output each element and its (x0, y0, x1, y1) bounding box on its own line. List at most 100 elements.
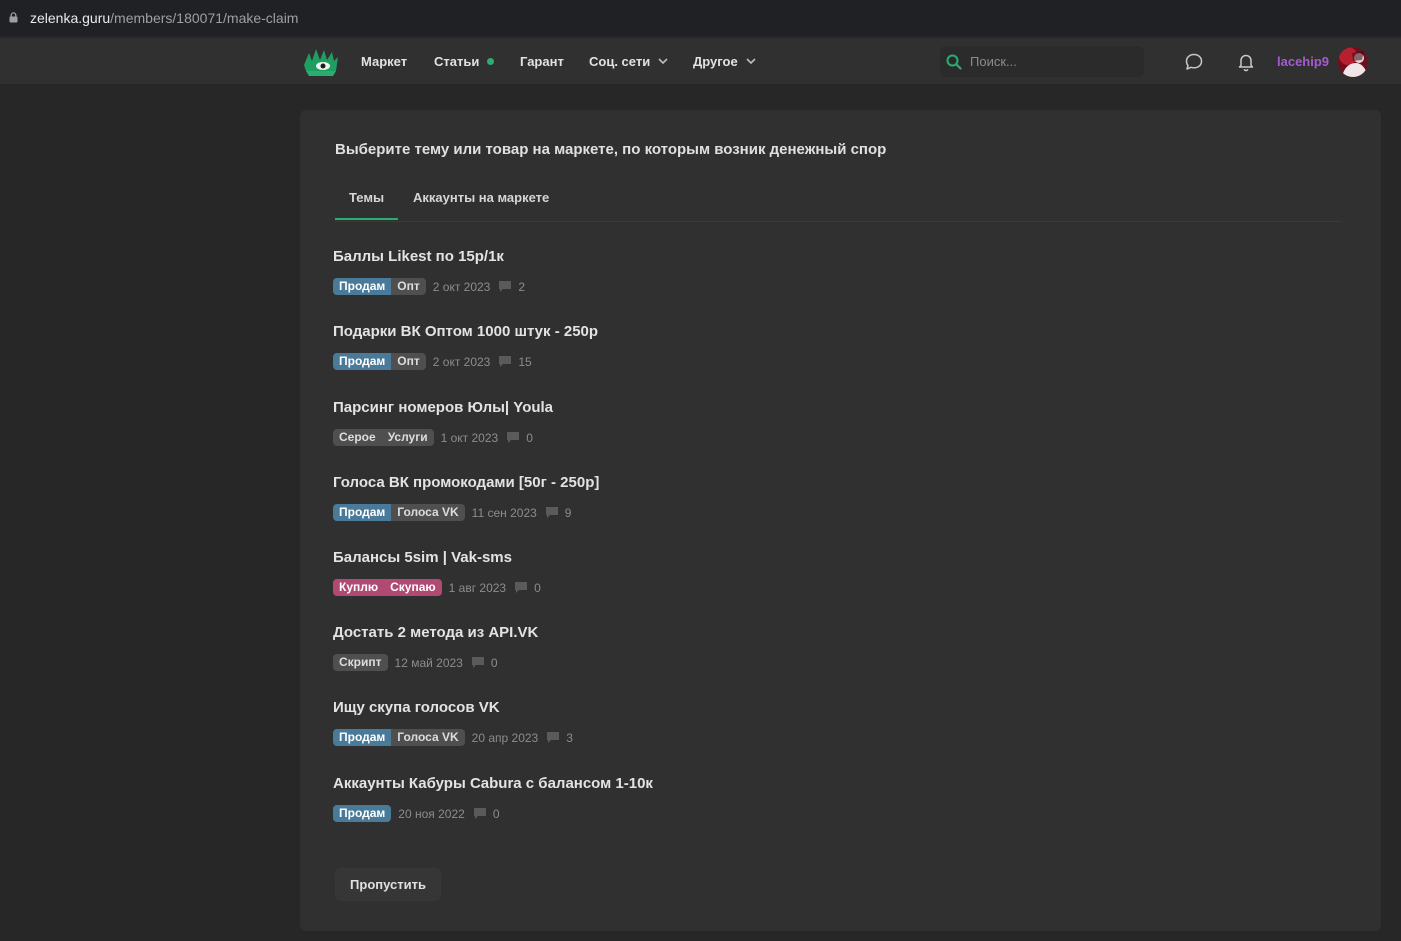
reply-count: 2 (518, 279, 526, 294)
comment-icon (507, 432, 520, 443)
thread-replies: 3 (547, 731, 573, 745)
thread-title[interactable]: Подарки ВК Оптом 1000 штук - 250р (333, 323, 598, 340)
thread-prefix[interactable]: Куплю (333, 579, 385, 596)
search-input[interactable] (970, 46, 1140, 77)
thread-title[interactable]: Достать 2 метода из API.VK (333, 624, 538, 641)
thread-item[interactable]: Подарки ВК Оптом 1000 штук - 250р Продам О… (333, 323, 598, 370)
thread-replies: 0 (507, 431, 533, 445)
thread-date[interactable]: 2 окт 2023 (433, 280, 491, 294)
thread-title[interactable]: Парсинг номеров Юлы| Youla (333, 399, 553, 416)
thread-item[interactable]: Парсинг номеров Юлы| Youla Серое Услуги 1 о… (333, 399, 553, 446)
thread-prefix[interactable]: Продам (333, 805, 392, 822)
new-content-dot-icon (487, 58, 495, 65)
thread-title[interactable]: Балансы 5sim | Vak-sms (333, 549, 541, 566)
tab-market-accounts[interactable]: Аккаунты на маркете (413, 190, 549, 205)
search-icon (946, 54, 962, 70)
thread-prefix[interactable]: Продам (333, 278, 392, 295)
thread-date[interactable]: 20 ноя 2022 (398, 807, 465, 821)
thread-prefixes: Серое Услуги (333, 429, 434, 446)
chat-bubble-icon[interactable] (1184, 52, 1204, 72)
thread-title[interactable]: Аккаунты Кабуры Cabura с балансом 1-10к (333, 775, 653, 792)
skip-button[interactable]: Пропустить (335, 868, 441, 901)
thread-prefix[interactable]: Продам (333, 353, 392, 370)
thread-date[interactable]: 12 май 2023 (395, 656, 463, 670)
thread-replies: 2 (499, 280, 525, 294)
thread-prefixes: Продам Опт (333, 278, 426, 295)
page-title: Выберите тему или товар на маркете, по к… (335, 141, 887, 158)
search-box[interactable] (940, 46, 1144, 77)
comment-icon (473, 808, 486, 819)
chevron-down-icon (746, 58, 756, 64)
thread-prefix[interactable]: Скрипт (333, 654, 388, 671)
browser-address-bar[interactable]: zelenka.guru/members/180071/make-claim (0, 0, 1401, 36)
thread-meta: Продам Опт 2 окт 2023 2 (333, 278, 525, 295)
thread-prefix[interactable]: Услуги (381, 429, 434, 446)
reply-count: 3 (566, 730, 573, 745)
site-logo-icon[interactable] (303, 47, 339, 77)
reply-count: 0 (490, 655, 498, 670)
thread-prefix[interactable]: Голоса VK (391, 729, 465, 746)
nav-market[interactable]: Маркет (361, 54, 407, 69)
thread-prefix[interactable]: Опт (391, 278, 426, 295)
thread-meta: Продам 20 ноя 2022 0 (333, 805, 653, 822)
thread-prefixes: Продам (333, 805, 392, 822)
tab-threads[interactable]: Темы (335, 190, 399, 220)
thread-prefix[interactable]: Продам (333, 729, 392, 746)
thread-title[interactable]: Голоса ВК промокодами [50г - 250р] (333, 474, 599, 491)
chevron-down-icon (658, 58, 668, 64)
thread-date[interactable]: 1 авг 2023 (449, 581, 506, 595)
reply-count: 15 (518, 354, 532, 369)
thread-date[interactable]: 1 окт 2023 (441, 431, 499, 445)
comment-icon (499, 356, 512, 367)
thread-item[interactable]: Балансы 5sim | Vak-sms Куплю Скупаю 1 авг 2… (333, 549, 541, 596)
nav-other[interactable]: Другое (693, 54, 756, 69)
thread-replies: 0 (471, 655, 498, 670)
thread-prefixes: Продам Голоса VK (333, 504, 465, 521)
thread-replies: 15 (499, 354, 532, 369)
thread-prefixes: Скрипт (333, 654, 388, 671)
thread-item[interactable]: Баллы Likest по 15р/1к Продам Опт 2 окт 202… (333, 248, 525, 295)
thread-meta: Куплю Скупаю 1 авг 2023 0 (333, 579, 541, 596)
thread-prefix[interactable]: Продам (333, 504, 392, 521)
thread-replies: 9 (545, 505, 572, 520)
comment-icon (471, 657, 484, 668)
thread-item[interactable]: Аккаунты Кабуры Cabura с балансом 1-10к П… (333, 775, 653, 822)
reply-count: 0 (492, 806, 500, 821)
tabs-bar: Темы Аккаунты на маркете (335, 180, 1342, 222)
thread-date[interactable]: 20 апр 2023 (472, 731, 539, 745)
thread-item[interactable]: Голоса ВК промокодами [50г - 250р] Продам… (333, 474, 599, 521)
thread-replies: 0 (515, 581, 541, 595)
thread-item[interactable]: Достать 2 метода из API.VK Скрипт 12 май 2… (333, 624, 538, 671)
reply-count: 9 (564, 505, 572, 520)
url-host: zelenka.guru (30, 10, 111, 26)
nav-articles-label: Статьи (434, 54, 480, 69)
reply-count: 0 (526, 430, 533, 445)
thread-prefix[interactable]: Опт (391, 353, 426, 370)
nav-guarantor[interactable]: Гарант (520, 54, 564, 69)
thread-prefix[interactable]: Скупаю (384, 579, 442, 596)
thread-prefixes: Продам Голоса VK (333, 729, 465, 746)
thread-meta: Продам Голоса VK 11 сен 2023 9 (333, 504, 599, 521)
comment-icon (499, 281, 512, 292)
comment-icon (545, 507, 558, 518)
reply-count: 0 (534, 580, 541, 595)
comment-icon (547, 732, 560, 743)
thread-title[interactable]: Ищу скупа голосов VK (333, 699, 573, 716)
thread-prefixes: Куплю Скупаю (333, 579, 442, 596)
nav-other-label: Другое (693, 54, 738, 69)
bell-icon[interactable] (1236, 52, 1256, 72)
thread-date[interactable]: 11 сен 2023 (472, 506, 537, 520)
thread-item[interactable]: Ищу скупа голосов VK Продам Голоса VK 20 ап… (333, 699, 573, 746)
thread-replies: 0 (473, 806, 500, 821)
avatar[interactable] (1338, 47, 1368, 77)
thread-title[interactable]: Баллы Likest по 15р/1к (333, 248, 525, 265)
nav-social[interactable]: Соц. сети (589, 54, 668, 69)
nav-social-label: Соц. сети (589, 54, 651, 69)
thread-meta: Продам Голоса VK 20 апр 2023 3 (333, 729, 573, 746)
nav-articles[interactable]: Статьи (434, 54, 495, 69)
thread-prefix[interactable]: Серое (333, 429, 382, 446)
thread-date[interactable]: 2 окт 2023 (433, 355, 491, 369)
thread-prefix[interactable]: Голоса VK (391, 504, 465, 521)
address-url[interactable]: zelenka.guru/members/180071/make-claim (30, 10, 298, 26)
username-link[interactable]: lacehip9 (1277, 54, 1329, 69)
